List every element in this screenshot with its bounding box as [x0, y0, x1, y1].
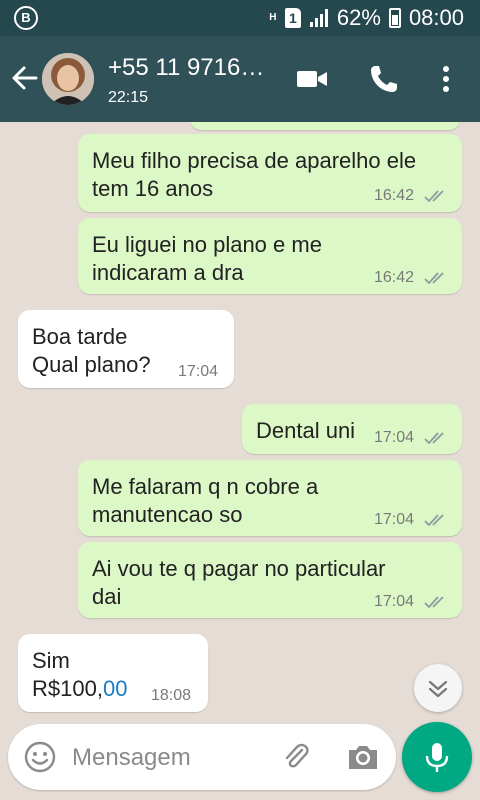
contact-name[interactable]: +55 11 9716…	[108, 54, 264, 82]
emoji-icon[interactable]	[24, 741, 56, 773]
status-bar: B H 1 62% 08:00	[0, 0, 480, 36]
mic-icon	[425, 743, 449, 772]
message-bubble[interactable]: Eu liguei no plano e me indicaram a dra …	[78, 218, 462, 294]
message-time: 16:42	[374, 269, 415, 286]
more-options-icon[interactable]	[438, 63, 454, 95]
mic-button[interactable]	[402, 722, 472, 792]
sim-slot: 1	[284, 8, 301, 28]
read-ticks-icon	[424, 596, 444, 609]
message-bubble-partial	[190, 122, 460, 130]
message-text: Boa tarde Qual plano?	[32, 324, 151, 377]
message-time: 17:04	[374, 511, 415, 528]
camera-icon[interactable]	[346, 741, 380, 773]
scroll-down-icon	[428, 680, 448, 698]
message-time: 17:04	[374, 429, 415, 446]
video-call-icon[interactable]	[296, 63, 328, 95]
message-bubble[interactable]: Me falaram q n cobre a manutencao so 17:…	[78, 460, 462, 536]
status-icons: H 1 62% 08:00	[269, 5, 464, 31]
contact-last-seen: 22:15	[108, 89, 149, 106]
battery-icon	[388, 8, 401, 28]
message-text: Eu liguei no plano e me indicaram a dra	[92, 232, 322, 285]
message-time: 18:08	[151, 687, 192, 704]
message-time: 17:04	[178, 363, 219, 380]
attach-icon[interactable]	[280, 741, 312, 773]
chat-area[interactable]: Meu filho precisa de aparelho ele tem 16…	[0, 122, 480, 722]
message-text: Dental uni	[256, 418, 356, 443]
network-type: H	[269, 12, 277, 23]
message-bubble[interactable]: Sim R$100,00 18:08	[18, 634, 208, 712]
message-time: 16:42	[374, 187, 415, 204]
message-text: Ai vou te q pagar no particular dai	[92, 556, 386, 609]
avatar[interactable]	[42, 53, 94, 105]
signal-icon	[309, 9, 328, 27]
message-bubble[interactable]: Ai vou te q pagar no particular dai 17:0…	[78, 542, 462, 618]
back-arrow-icon[interactable]	[10, 60, 40, 96]
battery-percent: 62%	[336, 5, 381, 30]
read-ticks-icon	[424, 514, 444, 527]
message-text: Sim R$100,00	[32, 648, 128, 701]
price-text: R$100,	[32, 676, 103, 701]
phone-link[interactable]: 00	[103, 676, 127, 701]
message-bubble[interactable]: Boa tarde Qual plano? 17:04	[18, 310, 234, 388]
message-bubble[interactable]: Dental uni 17:04	[242, 404, 462, 454]
read-ticks-icon	[424, 272, 444, 285]
phone-icon[interactable]	[368, 63, 400, 95]
scroll-down-button[interactable]	[414, 664, 462, 712]
read-ticks-icon	[424, 432, 444, 445]
notification-badge-icon: B	[14, 6, 38, 30]
read-ticks-icon	[424, 190, 444, 203]
chat-header: +55 11 9716… 22:15	[0, 36, 480, 122]
message-text: Meu filho precisa de aparelho ele tem 16…	[92, 148, 417, 201]
message-bubble[interactable]: Meu filho precisa de aparelho ele tem 16…	[78, 134, 462, 212]
clock: 08:00	[408, 5, 464, 30]
message-time: 17:04	[374, 593, 415, 610]
message-composer	[8, 724, 396, 790]
message-input[interactable]	[72, 742, 272, 774]
message-text: Me falaram q n cobre a manutencao so	[92, 474, 319, 527]
